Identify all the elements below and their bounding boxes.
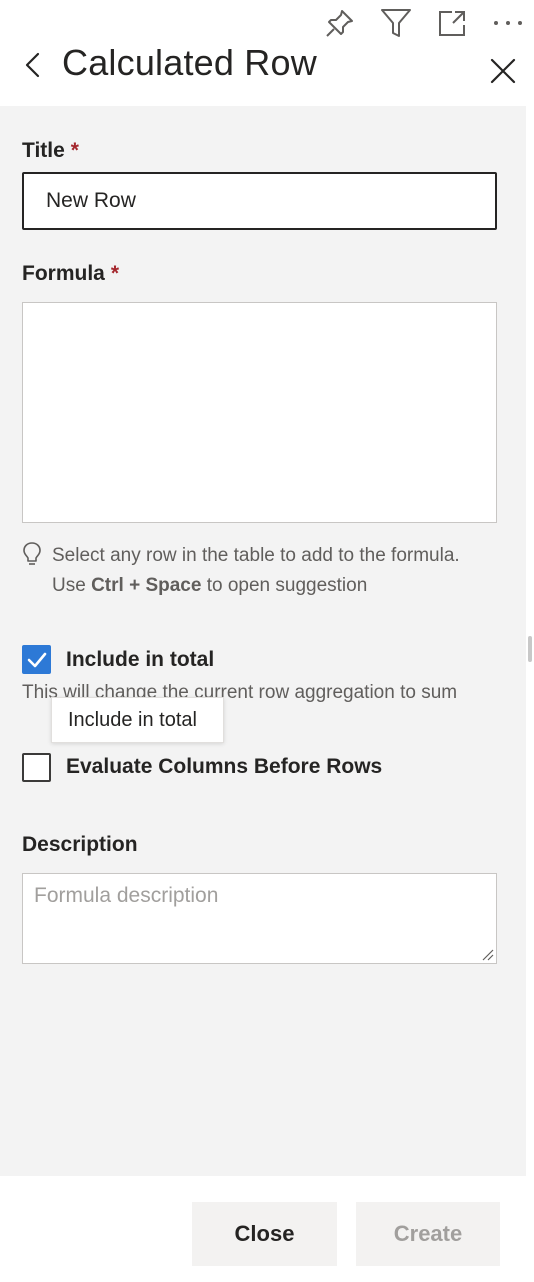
include-in-total-checkbox[interactable] bbox=[22, 645, 51, 674]
required-marker: * bbox=[70, 139, 79, 162]
pin-icon[interactable] bbox=[323, 6, 357, 40]
required-marker: * bbox=[110, 262, 120, 285]
checkmark-icon bbox=[27, 652, 46, 667]
include-in-total-label[interactable]: Include in total bbox=[66, 648, 214, 672]
formula-label: Formula * bbox=[22, 262, 120, 285]
evaluate-columns-label[interactable]: Evaluate Columns Before Rows bbox=[66, 755, 382, 779]
scrollbar-thumb[interactable] bbox=[528, 636, 532, 662]
description-label: Description bbox=[22, 833, 138, 856]
close-button[interactable]: Close bbox=[192, 1202, 337, 1266]
formula-hint: Select any row in the table to add to th… bbox=[52, 545, 460, 596]
panel-header: Calculated Row bbox=[0, 0, 534, 106]
title-label: Title * bbox=[22, 139, 79, 162]
evaluate-columns-checkbox[interactable] bbox=[22, 753, 51, 782]
keyboard-shortcut: Ctrl + Space bbox=[91, 575, 202, 596]
panel-title: Calculated Row bbox=[62, 42, 317, 83]
focus-mode-icon[interactable] bbox=[435, 6, 469, 40]
more-options-icon[interactable] bbox=[491, 6, 525, 40]
filter-icon[interactable] bbox=[379, 6, 413, 40]
description-input[interactable] bbox=[22, 873, 497, 964]
tooltip: Include in total bbox=[51, 697, 224, 743]
title-input[interactable] bbox=[22, 172, 497, 230]
resize-grip-icon[interactable] bbox=[479, 946, 495, 962]
lightbulb-icon bbox=[22, 541, 42, 567]
back-icon[interactable] bbox=[18, 48, 48, 82]
close-icon[interactable] bbox=[486, 54, 520, 88]
formula-editor[interactable] bbox=[22, 302, 497, 523]
create-button[interactable]: Create bbox=[356, 1202, 500, 1266]
